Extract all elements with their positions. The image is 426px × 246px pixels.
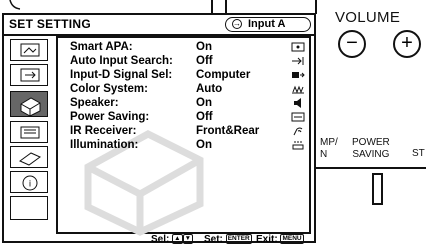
setting-label: Color System: — [70, 83, 148, 95]
setting-label: Power Saving: — [70, 111, 150, 123]
picture-menu-icon — [20, 43, 40, 57]
exit-label: Exit: — [256, 234, 278, 245]
setting-value: Auto — [196, 83, 223, 95]
setting-value: On — [196, 139, 212, 151]
setting-value: Off — [196, 111, 213, 123]
setting-label: Auto Input Search: — [70, 55, 173, 67]
setting-row-auto-input-search[interactable]: Auto Input Search: Off — [70, 55, 310, 68]
st-label: ST — [412, 148, 425, 159]
svg-text:i: i — [29, 179, 31, 189]
setting-label: Illumination: — [70, 139, 139, 151]
setting-row-speaker[interactable]: Speaker: On — [70, 97, 310, 110]
setting-value: On — [196, 97, 212, 109]
setting-value: On — [196, 41, 212, 53]
menu-title: SET SETTING — [9, 17, 91, 31]
down-arrow-key-icon: ▼ — [182, 234, 193, 245]
tab-installation[interactable] — [10, 146, 48, 168]
tab-information[interactable]: i — [10, 171, 48, 193]
minus-icon: − — [346, 32, 358, 54]
setting-label: Speaker: — [70, 97, 119, 109]
settings-panel: Smart APA: On Auto Input Search: Off Inp… — [56, 36, 311, 236]
setting-label: Input-D Signal Sel: — [70, 69, 173, 81]
setting-value: Off — [196, 55, 213, 67]
setting-label: Smart APA: — [70, 41, 133, 53]
signal-select-icon — [290, 70, 306, 81]
volume-down-button[interactable]: − — [338, 30, 366, 58]
menu-titlebar: SET SETTING → Input A — [4, 15, 314, 36]
setting-row-power-saving[interactable]: Power Saving: Off — [70, 111, 310, 124]
menu-setting-icon — [20, 126, 40, 139]
power-saving-icon — [290, 112, 306, 123]
footer-exit-hint: Exit: MENU — [256, 234, 304, 245]
tab-empty[interactable] — [10, 196, 48, 220]
menu-sidebar: i — [4, 36, 56, 241]
input-indicator: → Input A — [225, 17, 311, 32]
illumination-icon — [290, 140, 306, 151]
information-icon: i — [22, 175, 38, 191]
projector-box-icon — [20, 97, 41, 117]
power-saving-button-label: POWER SAVING — [352, 137, 390, 160]
speaker-icon — [290, 98, 306, 109]
setting-row-smart-apa[interactable]: Smart APA: On — [70, 41, 310, 54]
setting-value: Front&Rear — [196, 125, 260, 137]
ir-receiver-icon — [290, 126, 306, 137]
apa-icon — [290, 42, 306, 53]
tab-set-setting[interactable] — [10, 91, 48, 117]
input-arrow-icon: → — [232, 19, 242, 29]
menu-footer: Sel: ▲ ▼ Set: ENTER Exit: MENU — [56, 234, 311, 245]
tab-picture[interactable] — [10, 39, 48, 61]
setting-value: Computer — [196, 69, 251, 81]
volume-up-button[interactable]: + — [393, 30, 421, 58]
setting-label: IR Receiver: — [70, 125, 137, 137]
tab-menu-setting[interactable] — [10, 121, 48, 143]
lamp-label: MP/ N — [320, 137, 338, 160]
tab-adjust-signal[interactable] — [10, 64, 48, 86]
footer-set-hint: Set: ENTER — [204, 234, 252, 245]
setting-row-ir-receiver[interactable]: IR Receiver: Front&Rear — [70, 125, 310, 138]
menu-key-icon: MENU — [280, 234, 304, 245]
setting-row-color-system[interactable]: Color System: Auto — [70, 83, 310, 96]
setting-row-input-d-signal[interactable]: Input-D Signal Sel: Computer — [70, 69, 310, 82]
set-setting-menu: SET SETTING → Input A i Smart APA: On Au… — [2, 13, 316, 245]
installation-icon — [19, 152, 41, 166]
footer-select-hint: Sel: ▲ ▼ — [151, 234, 193, 245]
enter-key-icon: ENTER — [225, 234, 252, 245]
input-name: Input A — [248, 18, 286, 30]
color-system-icon — [290, 84, 306, 95]
sel-label: Sel: — [151, 234, 170, 245]
setting-row-illumination[interactable]: Illumination: On — [70, 139, 310, 152]
signal-menu-icon — [20, 68, 40, 82]
plus-icon: + — [401, 32, 413, 54]
set-label: Set: — [204, 234, 223, 245]
input-search-icon — [290, 56, 306, 67]
volume-label: VOLUME — [335, 9, 401, 26]
up-arrow-key-icon: ▲ — [172, 234, 183, 245]
